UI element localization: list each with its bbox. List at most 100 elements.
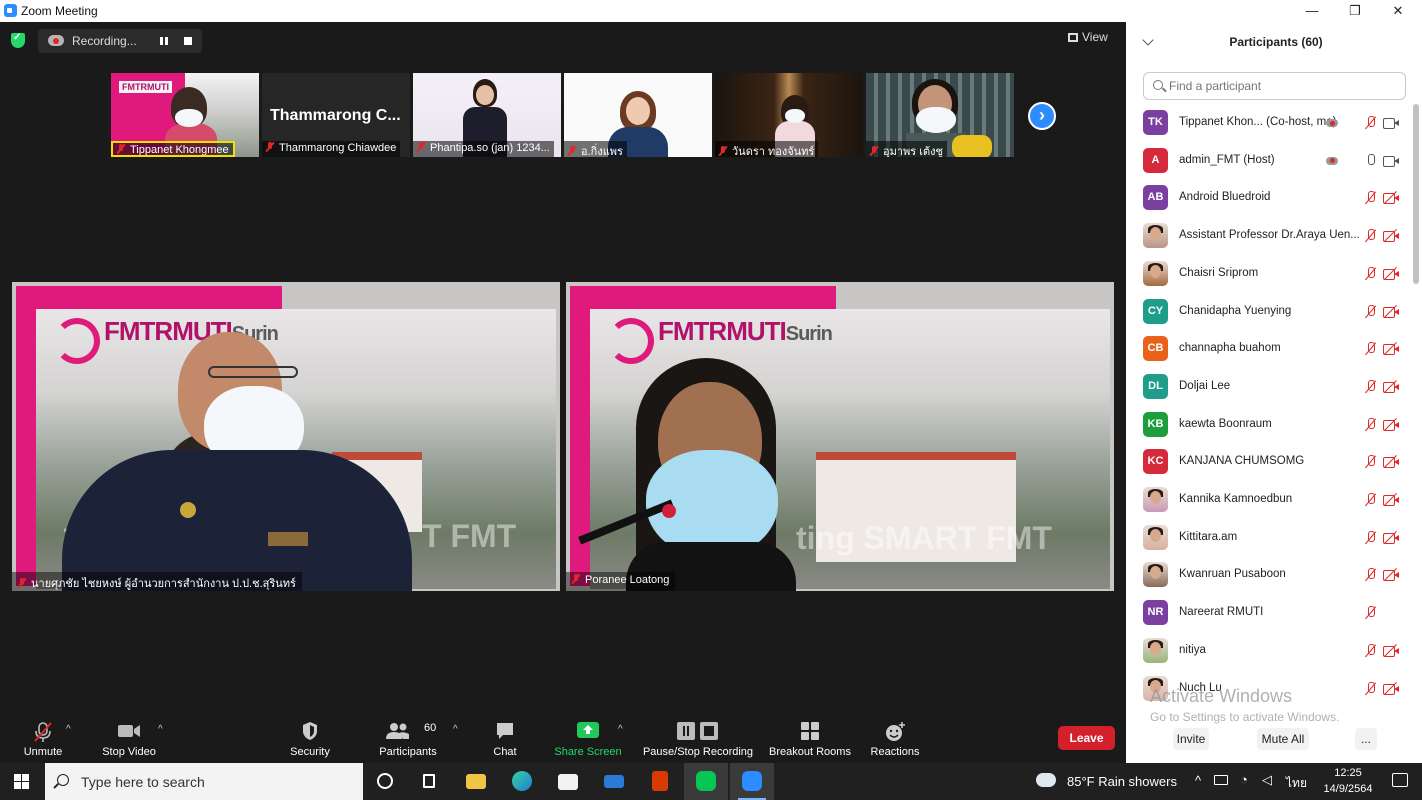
participant-row[interactable]: Aadmin_FMT (Host) — [1126, 142, 1412, 180]
participant-row[interactable]: KB kaewta Boonraum — [1126, 406, 1412, 444]
line-app-icon[interactable] — [684, 763, 728, 800]
edge-browser-icon[interactable] — [500, 763, 544, 800]
taskbar-search-box[interactable]: Type here to search — [45, 763, 363, 800]
participant-row[interactable]: Kittitara.am — [1126, 519, 1412, 557]
video-off-icon[interactable] — [1383, 455, 1399, 469]
zoom-taskbar-icon[interactable] — [730, 763, 774, 800]
video-off-icon[interactable] — [1383, 417, 1399, 431]
participant-row[interactable]: NR Nareerat RMUTI — [1126, 594, 1412, 632]
share-screen-button[interactable]: Share Screen — [552, 715, 624, 765]
thumbnail-tile[interactable]: Thammarong C... Thammarong Chiawdee — [262, 73, 410, 157]
participant-row[interactable]: CY Chanidapha Yuenying — [1126, 293, 1412, 331]
thumbnail-tile[interactable]: อ.กิ่งแพร — [564, 73, 712, 157]
leave-button[interactable]: Leave — [1058, 726, 1115, 750]
video-off-icon[interactable] — [1383, 681, 1399, 695]
thumbnail-tile[interactable]: FMTRMUTI Tippanet Khongmee — [111, 73, 259, 157]
thumbnail-tile[interactable]: อุมาพร เต้งชู — [866, 73, 1014, 157]
mic-muted-icon[interactable] — [1365, 304, 1375, 319]
video-off-icon[interactable] — [1383, 568, 1399, 582]
file-explorer-icon[interactable] — [454, 763, 498, 800]
weather-text[interactable]: 85°F Rain showers — [1067, 774, 1177, 789]
mic-muted-icon[interactable] — [1365, 643, 1375, 658]
input-language-indicator[interactable]: ไทย — [1286, 774, 1307, 793]
unmute-button[interactable]: Unmute — [12, 715, 74, 765]
network-monitor-icon[interactable] — [1214, 775, 1228, 785]
participant-row[interactable]: Assistant Professor Dr.Araya Uen... — [1126, 217, 1412, 255]
participant-row[interactable]: Chaisri Sriprom — [1126, 255, 1412, 293]
video-tile[interactable]: FMTRMUTISurin ting SMART FMT Poranee Loa… — [566, 282, 1114, 591]
participants-options-caret-icon[interactable]: ^ — [453, 724, 458, 735]
breakout-rooms-button[interactable]: Breakout Rooms — [766, 715, 854, 765]
mute-all-button[interactable]: Mute All — [1257, 728, 1309, 750]
notifications-icon[interactable] — [1392, 773, 1408, 787]
participant-row[interactable]: DL Doljai Lee — [1126, 368, 1412, 406]
mail-icon[interactable] — [592, 763, 636, 800]
more-options-button[interactable]: ... — [1355, 728, 1377, 750]
minimize-button[interactable]: — — [1290, 0, 1334, 22]
windows-start-icon[interactable] — [14, 774, 30, 790]
mic-muted-icon[interactable] — [1365, 116, 1375, 130]
participant-row[interactable]: AB Android Bluedroid — [1126, 179, 1412, 217]
video-off-icon[interactable] — [1383, 342, 1399, 356]
weather-cloud-icon[interactable] — [1036, 773, 1056, 787]
video-icon[interactable] — [1383, 116, 1399, 129]
video-off-icon[interactable] — [1383, 643, 1399, 657]
video-off-icon[interactable] — [1383, 229, 1399, 243]
audio-options-caret-icon[interactable]: ^ — [66, 724, 71, 735]
volume-icon[interactable]: ◁ — [1262, 772, 1272, 788]
share-options-caret-icon[interactable]: ^ — [618, 724, 623, 735]
mic-muted-icon[interactable] — [1365, 606, 1375, 620]
mic-muted-icon[interactable] — [1365, 191, 1375, 205]
stop-recording-icon[interactable] — [184, 37, 192, 45]
thumbnail-tile[interactable]: Phantipa.so (jan) 1234... — [413, 73, 561, 157]
mic-muted-icon[interactable] — [1365, 568, 1375, 582]
clock-date[interactable]: 14/9/2564 — [1318, 783, 1378, 795]
pause-recording-icon[interactable] — [160, 37, 168, 45]
mic-muted-icon[interactable] — [1365, 493, 1375, 507]
video-off-icon[interactable] — [1383, 266, 1399, 280]
stop-video-button[interactable]: Stop Video — [96, 715, 162, 765]
encryption-shield-icon[interactable] — [11, 32, 25, 48]
video-icon[interactable] — [1383, 154, 1399, 167]
mic-muted-icon[interactable] — [1365, 417, 1375, 432]
participant-row[interactable]: Kwanruan Pusaboon — [1126, 556, 1412, 594]
microsoft-store-icon[interactable] — [546, 763, 590, 800]
office-icon[interactable] — [638, 763, 682, 800]
mic-muted-icon[interactable] — [1365, 266, 1375, 281]
reactions-button[interactable]: Reactions — [866, 715, 924, 765]
video-off-icon[interactable] — [1383, 191, 1399, 205]
maximize-button[interactable]: ❐ — [1333, 0, 1377, 22]
participant-row[interactable]: KC KANJANA CHUMSOMG — [1126, 443, 1412, 481]
view-button[interactable]: View — [1068, 30, 1108, 44]
security-button[interactable]: Security — [280, 715, 340, 765]
participant-row[interactable]: Kannika Kamnoedbun — [1126, 481, 1412, 519]
video-off-icon[interactable] — [1383, 530, 1399, 544]
participant-list-scrollbar[interactable] — [1413, 104, 1419, 284]
show-hidden-icons-icon[interactable]: ^ — [1195, 773, 1201, 788]
task-view-icon[interactable] — [408, 763, 452, 800]
clock-time[interactable]: 12:25 — [1318, 767, 1378, 779]
participants-button[interactable]: 60 Participants — [372, 715, 444, 765]
participant-row[interactable]: TK Tippanet Khon... (Co-host, me) — [1126, 104, 1412, 142]
invite-button[interactable]: Invite — [1173, 728, 1209, 750]
video-off-icon[interactable] — [1383, 492, 1399, 507]
chat-button[interactable]: Chat — [482, 715, 528, 765]
video-options-caret-icon[interactable]: ^ — [158, 724, 163, 735]
close-button[interactable]: ✕ — [1376, 0, 1420, 22]
video-tile[interactable]: FMTRMUTISurin ZO T FMT นายศุภชัย ไชยหงษ์… — [12, 282, 560, 591]
wifi-icon[interactable]: ◔ — [1240, 772, 1248, 787]
next-page-chevron-icon[interactable]: › — [1028, 102, 1056, 130]
participant-search[interactable] — [1143, 72, 1406, 100]
mic-icon[interactable] — [1365, 153, 1375, 168]
mic-muted-icon[interactable] — [1365, 229, 1375, 243]
video-off-icon[interactable] — [1383, 304, 1399, 318]
thumbnail-tile[interactable]: วันดรา ทองจันทร์ — [715, 73, 863, 157]
cortana-icon[interactable] — [364, 763, 408, 800]
mic-muted-icon[interactable] — [1365, 342, 1375, 356]
video-off-icon[interactable] — [1383, 379, 1399, 393]
mic-muted-icon[interactable] — [1365, 455, 1375, 469]
mic-muted-icon[interactable] — [1365, 379, 1375, 394]
participant-search-input[interactable] — [1169, 77, 1399, 95]
pause-stop-recording-button[interactable]: Pause/Stop Recording — [640, 715, 756, 765]
participant-row[interactable]: CB channapha buahom — [1126, 330, 1412, 368]
